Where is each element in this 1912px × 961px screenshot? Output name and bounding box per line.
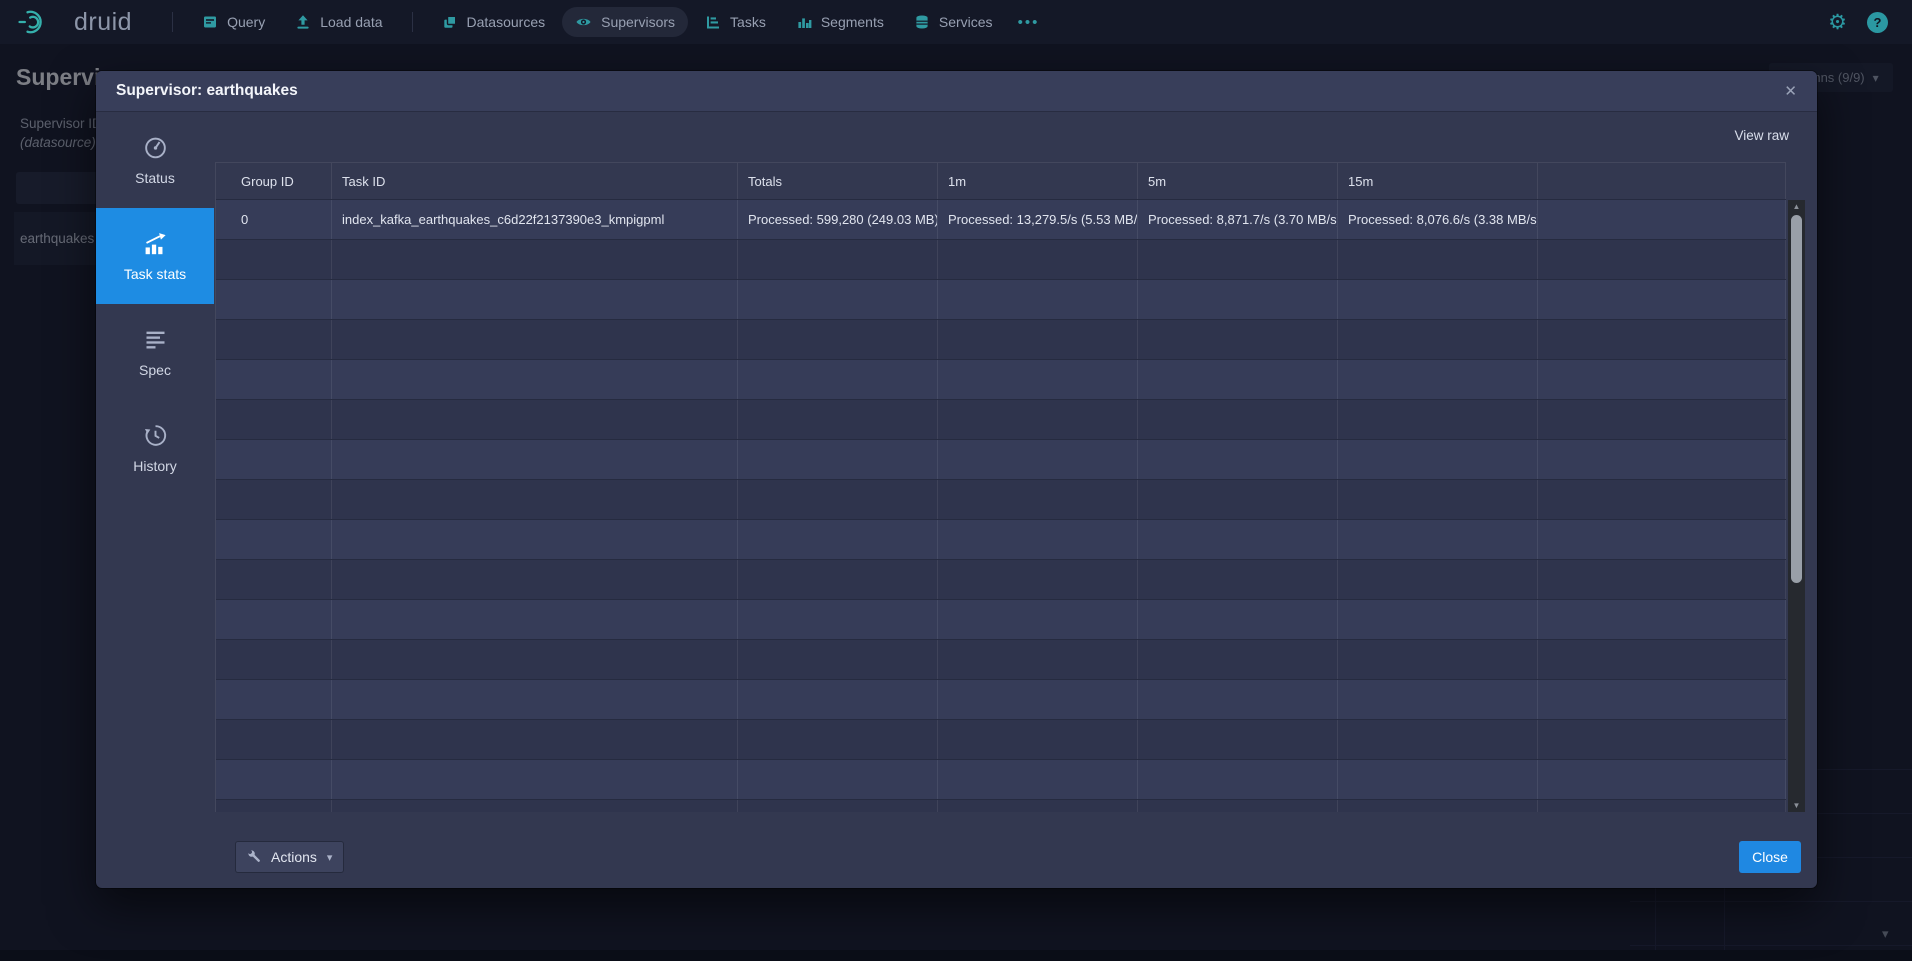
dialog-header: Supervisor: earthquakes ✕: [96, 71, 1817, 112]
table-empty-row: [216, 560, 1786, 600]
tab-label: Task stats: [124, 266, 186, 282]
cell-15m: Processed: 8,076.6/s (3.38 MB/s): [1338, 200, 1538, 239]
table-empty-row: [216, 320, 1786, 360]
eye-icon: [575, 14, 592, 30]
tab-history[interactable]: History: [96, 400, 214, 496]
query-icon: [202, 14, 218, 30]
tab-label: History: [133, 458, 177, 474]
table-empty-row: [216, 600, 1786, 640]
nav-item-label: Load data: [320, 14, 382, 30]
scroll-down-icon[interactable]: ▼: [1788, 801, 1805, 810]
column-header-5m[interactable]: 5m: [1138, 163, 1338, 199]
table-empty-row: [216, 240, 1786, 280]
table-empty-row: [216, 520, 1786, 560]
nav-item-segments[interactable]: Segments: [783, 7, 897, 37]
tab-label: Status: [135, 170, 175, 186]
history-icon: [142, 422, 169, 449]
view-raw-link[interactable]: View raw: [1734, 128, 1789, 143]
close-icon[interactable]: ✕: [1778, 78, 1803, 104]
align-left-icon: [142, 326, 169, 353]
cell-filler: [1538, 200, 1786, 239]
tasks-icon: [705, 14, 721, 30]
dialog-title: Supervisor: earthquakes: [116, 82, 1778, 100]
table-empty-row: [216, 360, 1786, 400]
scroll-up-icon[interactable]: ▲: [1788, 202, 1805, 211]
nav-divider: [172, 12, 173, 32]
services-icon: [914, 14, 930, 30]
nav-item-label: Services: [939, 14, 993, 30]
caret-down-icon: ▾: [327, 851, 333, 864]
cell-task-id: index_kafka_earthquakes_c6d22f2137390e3_…: [332, 200, 738, 239]
table-empty-row: [216, 760, 1786, 800]
top-nav: druid Query Load data Datasources: [0, 0, 1912, 44]
table-scrollbar[interactable]: ▲ ▼: [1788, 200, 1805, 812]
supervisor-dialog: Supervisor: earthquakes ✕ Status: [96, 71, 1817, 888]
table-header-row: Group ID Task ID Totals 1m 5m 15m: [216, 162, 1786, 200]
column-header-task-id[interactable]: Task ID: [332, 163, 738, 199]
task-stats-table: Group ID Task ID Totals 1m 5m 15m 0 inde…: [215, 162, 1786, 812]
tab-status[interactable]: Status: [96, 112, 214, 208]
segments-icon: [796, 14, 812, 30]
druid-logo-icon: [16, 7, 62, 37]
column-header-1m[interactable]: 1m: [938, 163, 1138, 199]
nav-item-query[interactable]: Query: [189, 7, 278, 37]
nav-item-label: Query: [227, 14, 265, 30]
column-header-filler: [1538, 163, 1786, 199]
scrollbar-thumb[interactable]: [1791, 215, 1802, 583]
table-empty-row: [216, 640, 1786, 680]
nav-item-label: Segments: [821, 14, 884, 30]
nav-item-label: Tasks: [730, 14, 766, 30]
dialog-content: View raw Group ID Task ID Totals 1m 5m 1…: [214, 112, 1817, 888]
cell-group-id: 0: [216, 200, 332, 239]
table-empty-row: [216, 480, 1786, 520]
table-empty-row: [216, 440, 1786, 480]
wrench-icon: [247, 849, 263, 865]
help-icon[interactable]: ?: [1867, 12, 1888, 33]
bar-chart-icon: [142, 230, 169, 257]
dialog-sidebar: Status Task stats Spe: [96, 112, 214, 888]
tab-task-stats[interactable]: Task stats: [96, 208, 214, 304]
cell-totals: Processed: 599,280 (249.03 MB): [738, 200, 938, 239]
actions-button[interactable]: Actions ▾: [235, 841, 344, 873]
close-button[interactable]: Close: [1739, 841, 1801, 873]
more-dots-icon: •••: [1018, 14, 1040, 31]
table-empty-row: [216, 720, 1786, 760]
tab-label: Spec: [139, 362, 171, 378]
nav-item-services[interactable]: Services: [901, 7, 1006, 37]
nav-item-supervisors[interactable]: Supervisors: [562, 7, 688, 37]
table-body: 0 index_kafka_earthquakes_c6d22f2137390e…: [216, 200, 1786, 812]
nav-divider: [412, 12, 413, 32]
cell-5m: Processed: 8,871.7/s (3.70 MB/s): [1138, 200, 1338, 239]
nav-item-label: Datasources: [467, 14, 546, 30]
actions-label: Actions: [271, 849, 317, 865]
nav-item-tasks[interactable]: Tasks: [692, 7, 779, 37]
column-header-totals[interactable]: Totals: [738, 163, 938, 199]
datasources-icon: [442, 14, 458, 30]
brand-name: druid: [74, 8, 132, 37]
table-empty-row: [216, 800, 1786, 812]
cell-1m: Processed: 13,279.5/s (5.53 MB/s): [938, 200, 1138, 239]
column-header-15m[interactable]: 15m: [1338, 163, 1538, 199]
nav-item-load-data[interactable]: Load data: [282, 7, 395, 37]
gear-icon[interactable]: ⚙: [1828, 12, 1847, 33]
nav-item-datasources[interactable]: Datasources: [429, 7, 559, 37]
druid-logo[interactable]: druid: [16, 7, 132, 37]
table-empty-row: [216, 280, 1786, 320]
gauge-icon: [142, 134, 169, 161]
table-empty-row: [216, 680, 1786, 720]
column-header-group-id[interactable]: Group ID: [216, 163, 332, 199]
app-root: druid Query Load data Datasources: [0, 0, 1912, 961]
nav-item-label: Supervisors: [601, 14, 675, 30]
nav-more-button[interactable]: •••: [1010, 7, 1048, 38]
upload-icon: [295, 14, 311, 30]
table-row[interactable]: 0 index_kafka_earthquakes_c6d22f2137390e…: [216, 200, 1786, 240]
tab-spec[interactable]: Spec: [96, 304, 214, 400]
table-empty-row: [216, 400, 1786, 440]
